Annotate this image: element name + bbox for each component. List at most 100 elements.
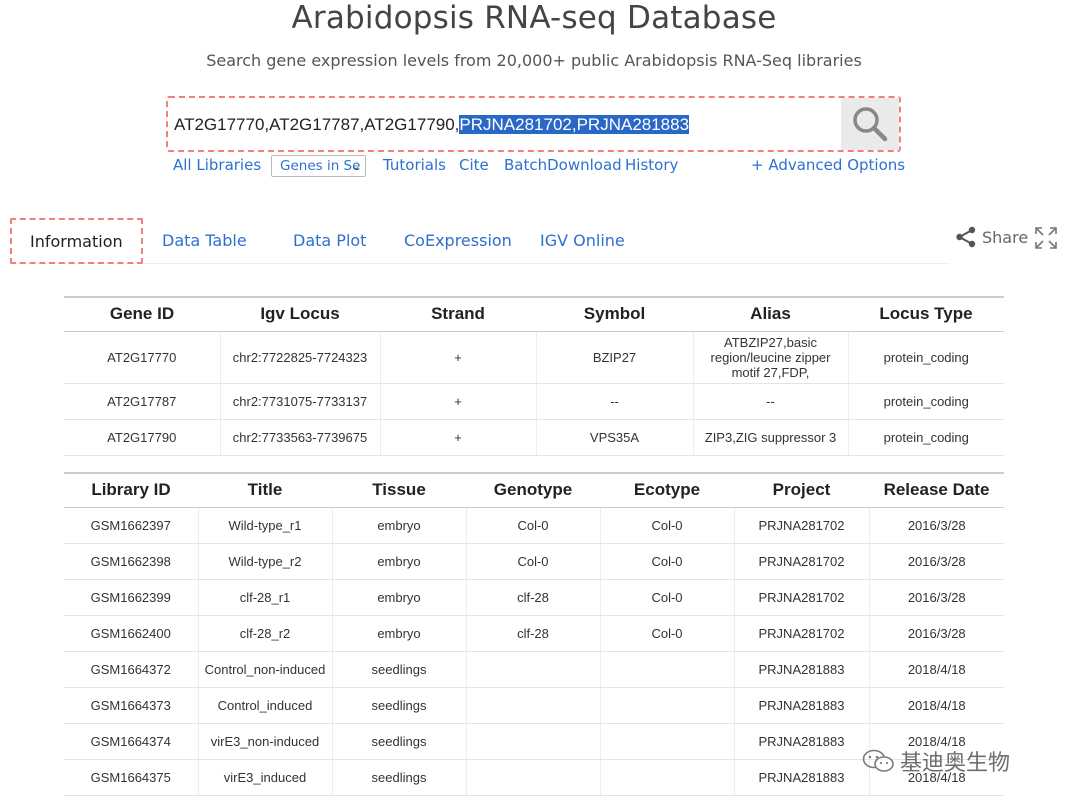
search-input-selected-text: PRJNA281702,PRJNA281883	[459, 115, 690, 134]
table-cell: PRJNA281702	[734, 543, 870, 580]
gene-table-header-cell: Igv Locus	[220, 297, 380, 332]
search-input[interactable]: AT2G17770,AT2G17787,AT2G17790,PRJNA28170…	[172, 104, 844, 146]
history-link[interactable]: History	[625, 156, 678, 174]
library-table-header-cell: Tissue	[332, 473, 466, 508]
table-row: GSM1664372 Control_non-induced seedlings PR…	[64, 651, 1004, 688]
table-cell: ATBZIP27,basic region/leucine zipper mot…	[693, 331, 849, 384]
table-cell	[600, 687, 735, 724]
table-cell: Wild-type_r2	[198, 543, 333, 580]
table-cell: VPS35A	[536, 419, 694, 456]
library-table-header-cell: Library ID	[64, 473, 198, 508]
table-cell: Col-0	[600, 615, 735, 652]
table-cell: +	[380, 419, 537, 456]
gene-table-header-cell: Alias	[693, 297, 848, 332]
watermark-text: 基迪奥生物	[900, 751, 1011, 776]
wechat-icon	[862, 749, 894, 772]
table-cell: chr2:7733563-7739675	[220, 419, 381, 456]
table-row: GSM1662400 clf-28_r2 embryo clf-28 Col-0 PRJN…	[64, 615, 1004, 652]
genes-search-select[interactable]: Genes in Se ⌄	[271, 155, 366, 177]
table-cell: seedlings	[332, 723, 467, 760]
table-row: GSM1662399 clf-28_r1 embryo clf-28 Col-0 PRJN…	[64, 579, 1004, 616]
table-cell: seedlings	[332, 651, 467, 688]
table-cell: protein_coding	[848, 331, 1004, 384]
tab-data-plot[interactable]: Data Plot	[293, 218, 366, 264]
table-cell: clf-28	[466, 615, 601, 652]
table-cell: GSM1664372	[64, 651, 199, 688]
table-cell: PRJNA281702	[734, 579, 870, 616]
library-table-header: Library ID Title Tissue Genotype Ecotype…	[64, 473, 1004, 508]
table-cell: 2016/3/28	[869, 615, 1004, 652]
table-cell: +	[380, 383, 537, 420]
table-cell: Col-0	[466, 507, 601, 544]
gene-table-header-cell: Symbol	[536, 297, 693, 332]
tab-bar: Information Data Table Data Plot CoExpre…	[10, 218, 950, 264]
table-cell: protein_coding	[848, 383, 1004, 420]
share-button[interactable]: Share	[955, 226, 1028, 248]
table-cell: GSM1662400	[64, 615, 199, 652]
table-cell: embryo	[332, 615, 467, 652]
table-cell	[466, 723, 601, 760]
all-libraries-link[interactable]: All Libraries	[173, 156, 261, 174]
table-cell: AT2G17787	[64, 383, 221, 420]
table-cell: GSM1662399	[64, 579, 199, 616]
table-cell: 2016/3/28	[869, 543, 1004, 580]
table-cell: Control_induced	[198, 687, 333, 724]
table-cell: ZIP3,ZIG suppressor 3	[693, 419, 849, 456]
table-cell: PRJNA281883	[734, 687, 870, 724]
advanced-options-link[interactable]: + Advanced Options	[751, 156, 905, 174]
library-table-header-cell: Ecotype	[600, 473, 734, 508]
page-title: Arabidopsis RNA-seq Database	[291, 0, 777, 36]
table-cell: clf-28	[466, 579, 601, 616]
table-cell	[600, 723, 735, 760]
table-cell: BZIP27	[536, 331, 694, 384]
table-cell: virE3_induced	[198, 759, 333, 796]
table-cell	[466, 687, 601, 724]
table-cell: --	[693, 383, 849, 420]
library-table-header-cell: Project	[734, 473, 869, 508]
table-cell: Control_non-induced	[198, 651, 333, 688]
cite-link[interactable]: Cite	[459, 156, 489, 174]
gene-table-header-cell: Locus Type	[848, 297, 1004, 332]
genes-search-select-value: Genes in Se	[280, 158, 361, 174]
library-table-header-cell: Release Date	[869, 473, 1004, 508]
table-cell: 2018/4/18	[869, 687, 1004, 724]
expand-icon	[1035, 227, 1057, 249]
table-cell: PRJNA281702	[734, 615, 870, 652]
table-cell: embryo	[332, 579, 467, 616]
table-row: AT2G17790 chr2:7733563-7739675 + VPS35A …	[64, 419, 1004, 456]
table-cell: embryo	[332, 507, 467, 544]
tab-coexpression[interactable]: CoExpression	[404, 218, 512, 264]
chevron-down-icon: ⌄	[350, 159, 361, 173]
share-icon	[956, 226, 976, 248]
library-table-header-cell: Title	[198, 473, 332, 508]
batch-download-link[interactable]: BatchDownload	[504, 156, 622, 174]
tab-information[interactable]: Information	[10, 218, 143, 264]
gene-table-header: Gene ID Igv Locus Strand Symbol Alias Lo…	[64, 297, 1004, 332]
table-cell: seedlings	[332, 759, 467, 796]
table-cell: virE3_non-induced	[198, 723, 333, 760]
table-cell: Wild-type_r1	[198, 507, 333, 544]
tab-igv-online[interactable]: IGV Online	[540, 218, 625, 264]
table-row: GSM1662398 Wild-type_r2 embryo Col-0 Col-0 PR…	[64, 543, 1004, 580]
table-cell: GSM1662397	[64, 507, 199, 544]
table-cell: Col-0	[600, 507, 735, 544]
page-subtitle: Search gene expression levels from 20,00…	[206, 51, 862, 70]
table-row: AT2G17787 chr2:7731075-7733137 + -- -- p…	[64, 383, 1004, 420]
expand-button[interactable]	[1035, 227, 1057, 253]
table-cell: PRJNA281883	[734, 651, 870, 688]
table-row: AT2G17770 chr2:7722825-7724323 + BZIP27 …	[64, 331, 1004, 384]
table-cell: GSM1662398	[64, 543, 199, 580]
table-cell: Col-0	[600, 579, 735, 616]
search-box: AT2G17770,AT2G17787,AT2G17790,PRJNA28170…	[166, 96, 901, 152]
tutorials-link[interactable]: Tutorials	[383, 156, 446, 174]
gene-table-header-cell: Gene ID	[64, 297, 220, 332]
table-cell: GSM1664374	[64, 723, 199, 760]
table-cell: protein_coding	[848, 419, 1004, 456]
library-table-header-cell: Genotype	[466, 473, 600, 508]
table-cell	[600, 651, 735, 688]
search-input-text: AT2G17770,AT2G17787,AT2G17790,	[174, 115, 460, 134]
tab-data-table[interactable]: Data Table	[162, 218, 247, 264]
table-cell: seedlings	[332, 687, 467, 724]
search-button[interactable]	[841, 98, 899, 150]
table-cell: clf-28_r1	[198, 579, 333, 616]
